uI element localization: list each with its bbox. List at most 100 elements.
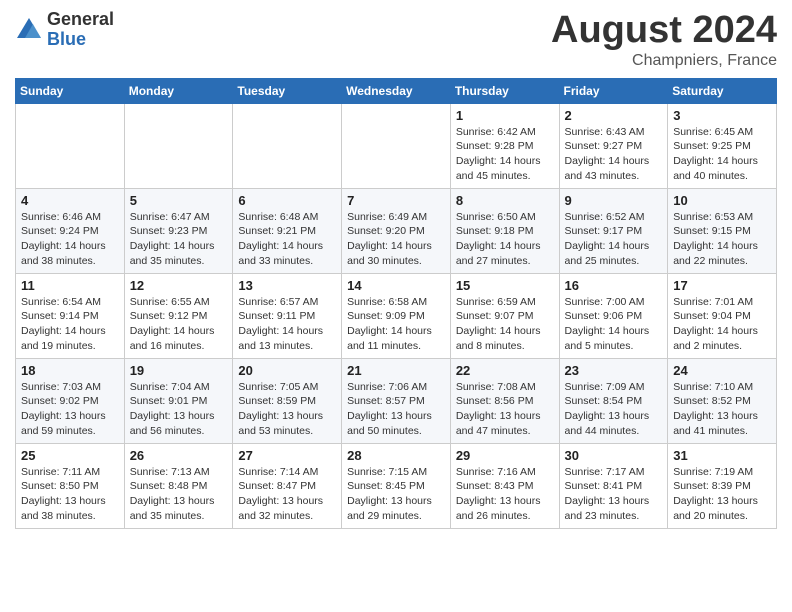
day-info: Sunrise: 7:13 AMSunset: 8:48 PMDaylight:… xyxy=(130,465,228,524)
calendar-cell: 2Sunrise: 6:43 AMSunset: 9:27 PMDaylight… xyxy=(559,103,668,188)
calendar-cell: 26 Sunrise: 7:13 AMSunset: 8:48 PMDayligh… xyxy=(124,443,233,528)
day-info: Sunrise: 7:09 AMSunset: 8:54 PMDaylight:… xyxy=(565,380,663,439)
day-info: Sunrise: 6:53 AMSunset: 9:15 PMDaylight:… xyxy=(673,210,771,269)
day-number: 6 xyxy=(238,193,336,208)
day-info: Sunrise: 7:16 AMSunset: 8:43 PMDaylight:… xyxy=(456,465,554,524)
calendar-cell: 29 Sunrise: 7:16 AMSunset: 8:43 PMDayligh… xyxy=(450,443,559,528)
calendar-cell: 8Sunrise: 6:50 AMSunset: 9:18 PMDaylight… xyxy=(450,188,559,273)
day-number: 13 xyxy=(238,278,336,293)
title-block: August 2024 Champniers, France xyxy=(551,10,777,70)
day-info: Sunrise: 6:43 AMSunset: 9:27 PMDaylight:… xyxy=(565,125,663,184)
day-number: 30 xyxy=(565,448,663,463)
calendar-cell: 23 Sunrise: 7:09 AMSunset: 8:54 PMDayligh… xyxy=(559,358,668,443)
calendar-table: SundayMondayTuesdayWednesdayThursdayFrid… xyxy=(15,78,777,529)
calendar-cell xyxy=(124,103,233,188)
calendar-cell: 27 Sunrise: 7:14 AMSunset: 8:47 PMDayligh… xyxy=(233,443,342,528)
day-number: 27 xyxy=(238,448,336,463)
day-info: Sunrise: 6:52 AMSunset: 9:17 PMDaylight:… xyxy=(565,210,663,269)
day-number: 26 xyxy=(130,448,228,463)
day-number: 7 xyxy=(347,193,445,208)
calendar-cell: 17 Sunrise: 7:01 AMSunset: 9:04 PMDayligh… xyxy=(668,273,777,358)
day-info: Sunrise: 6:55 AMSunset: 9:12 PMDaylight:… xyxy=(130,295,228,354)
calendar-cell: 9 Sunrise: 6:52 AMSunset: 9:17 PMDaylight… xyxy=(559,188,668,273)
day-number: 1 xyxy=(456,108,554,123)
day-number: 15 xyxy=(456,278,554,293)
day-number: 28 xyxy=(347,448,445,463)
weekday-header-friday: Friday xyxy=(559,78,668,103)
calendar-cell xyxy=(16,103,125,188)
weekday-header-saturday: Saturday xyxy=(668,78,777,103)
calendar-cell: 1Sunrise: 6:42 AMSunset: 9:28 PMDaylight… xyxy=(450,103,559,188)
calendar-cell: 18 Sunrise: 7:03 AMSunset: 9:02 PMDayligh… xyxy=(16,358,125,443)
day-info: Sunrise: 7:03 AMSunset: 9:02 PMDaylight:… xyxy=(21,380,119,439)
day-info: Sunrise: 7:14 AMSunset: 8:47 PMDaylight:… xyxy=(238,465,336,524)
day-number: 18 xyxy=(21,363,119,378)
weekday-header-monday: Monday xyxy=(124,78,233,103)
day-info: Sunrise: 6:57 AMSunset: 9:11 PMDaylight:… xyxy=(238,295,336,354)
logo-blue-text: Blue xyxy=(47,30,114,50)
calendar-location: Champniers, France xyxy=(551,52,777,70)
calendar-header: SundayMondayTuesdayWednesdayThursdayFrid… xyxy=(16,78,777,103)
day-info: Sunrise: 6:59 AMSunset: 9:07 PMDaylight:… xyxy=(456,295,554,354)
logo-general-text: General xyxy=(47,10,114,30)
calendar-cell: 4 Sunrise: 6:46 AMSunset: 9:24 PMDaylight… xyxy=(16,188,125,273)
calendar-cell: 21Sunrise: 7:06 AMSunset: 8:57 PMDayligh… xyxy=(342,358,451,443)
calendar-cell: 12 Sunrise: 6:55 AMSunset: 9:12 PMDayligh… xyxy=(124,273,233,358)
day-info: Sunrise: 6:47 AMSunset: 9:23 PMDaylight:… xyxy=(130,210,228,269)
day-info: Sunrise: 7:15 AMSunset: 8:45 PMDaylight:… xyxy=(347,465,445,524)
weekday-header-sunday: Sunday xyxy=(16,78,125,103)
day-info: Sunrise: 7:11 AMSunset: 8:50 PMDaylight:… xyxy=(21,465,119,524)
calendar-week-3: 11Sunrise: 6:54 AMSunset: 9:14 PMDayligh… xyxy=(16,273,777,358)
calendar-cell: 20Sunrise: 7:05 AMSunset: 8:59 PMDayligh… xyxy=(233,358,342,443)
day-number: 10 xyxy=(673,193,771,208)
day-info: Sunrise: 7:10 AMSunset: 8:52 PMDaylight:… xyxy=(673,380,771,439)
day-info: Sunrise: 6:50 AMSunset: 9:18 PMDaylight:… xyxy=(456,210,554,269)
day-info: Sunrise: 6:49 AMSunset: 9:20 PMDaylight:… xyxy=(347,210,445,269)
day-number: 11 xyxy=(21,278,119,293)
calendar-cell: 13 Sunrise: 6:57 AMSunset: 9:11 PMDayligh… xyxy=(233,273,342,358)
calendar-week-5: 25 Sunrise: 7:11 AMSunset: 8:50 PMDayligh… xyxy=(16,443,777,528)
weekday-header-wednesday: Wednesday xyxy=(342,78,451,103)
calendar-cell xyxy=(342,103,451,188)
day-info: Sunrise: 7:08 AMSunset: 8:56 PMDaylight:… xyxy=(456,380,554,439)
calendar-cell xyxy=(233,103,342,188)
day-info: Sunrise: 6:45 AMSunset: 9:25 PMDaylight:… xyxy=(673,125,771,184)
day-info: Sunrise: 7:01 AMSunset: 9:04 PMDaylight:… xyxy=(673,295,771,354)
logo: General Blue xyxy=(15,10,114,50)
calendar-cell: 22Sunrise: 7:08 AMSunset: 8:56 PMDayligh… xyxy=(450,358,559,443)
day-number: 31 xyxy=(673,448,771,463)
weekday-header-thursday: Thursday xyxy=(450,78,559,103)
calendar-cell: 11Sunrise: 6:54 AMSunset: 9:14 PMDayligh… xyxy=(16,273,125,358)
page-header: General Blue August 2024 Champniers, Fra… xyxy=(15,10,777,70)
calendar-body: 1Sunrise: 6:42 AMSunset: 9:28 PMDaylight… xyxy=(16,103,777,528)
calendar-cell: 14Sunrise: 6:58 AMSunset: 9:09 PMDayligh… xyxy=(342,273,451,358)
weekday-header-row: SundayMondayTuesdayWednesdayThursdayFrid… xyxy=(16,78,777,103)
day-info: Sunrise: 6:46 AMSunset: 9:24 PMDaylight:… xyxy=(21,210,119,269)
day-info: Sunrise: 7:19 AMSunset: 8:39 PMDaylight:… xyxy=(673,465,771,524)
day-number: 24 xyxy=(673,363,771,378)
weekday-header-tuesday: Tuesday xyxy=(233,78,342,103)
day-info: Sunrise: 7:04 AMSunset: 9:01 PMDaylight:… xyxy=(130,380,228,439)
day-number: 4 xyxy=(21,193,119,208)
day-info: Sunrise: 7:00 AMSunset: 9:06 PMDaylight:… xyxy=(565,295,663,354)
calendar-week-4: 18 Sunrise: 7:03 AMSunset: 9:02 PMDayligh… xyxy=(16,358,777,443)
day-number: 25 xyxy=(21,448,119,463)
calendar-week-2: 4 Sunrise: 6:46 AMSunset: 9:24 PMDaylight… xyxy=(16,188,777,273)
day-number: 29 xyxy=(456,448,554,463)
day-number: 5 xyxy=(130,193,228,208)
calendar-cell: 10 Sunrise: 6:53 AMSunset: 9:15 PMDayligh… xyxy=(668,188,777,273)
day-number: 17 xyxy=(673,278,771,293)
day-number: 3 xyxy=(673,108,771,123)
day-info: Sunrise: 7:17 AMSunset: 8:41 PMDaylight:… xyxy=(565,465,663,524)
day-number: 12 xyxy=(130,278,228,293)
calendar-cell: 28 Sunrise: 7:15 AMSunset: 8:45 PMDayligh… xyxy=(342,443,451,528)
day-info: Sunrise: 7:06 AMSunset: 8:57 PMDaylight:… xyxy=(347,380,445,439)
calendar-week-1: 1Sunrise: 6:42 AMSunset: 9:28 PMDaylight… xyxy=(16,103,777,188)
calendar-title: August 2024 xyxy=(551,10,777,52)
day-number: 20 xyxy=(238,363,336,378)
calendar-cell: 30 Sunrise: 7:17 AMSunset: 8:41 PMDayligh… xyxy=(559,443,668,528)
day-number: 23 xyxy=(565,363,663,378)
day-number: 16 xyxy=(565,278,663,293)
calendar-cell: 7 Sunrise: 6:49 AMSunset: 9:20 PMDaylight… xyxy=(342,188,451,273)
day-number: 9 xyxy=(565,193,663,208)
